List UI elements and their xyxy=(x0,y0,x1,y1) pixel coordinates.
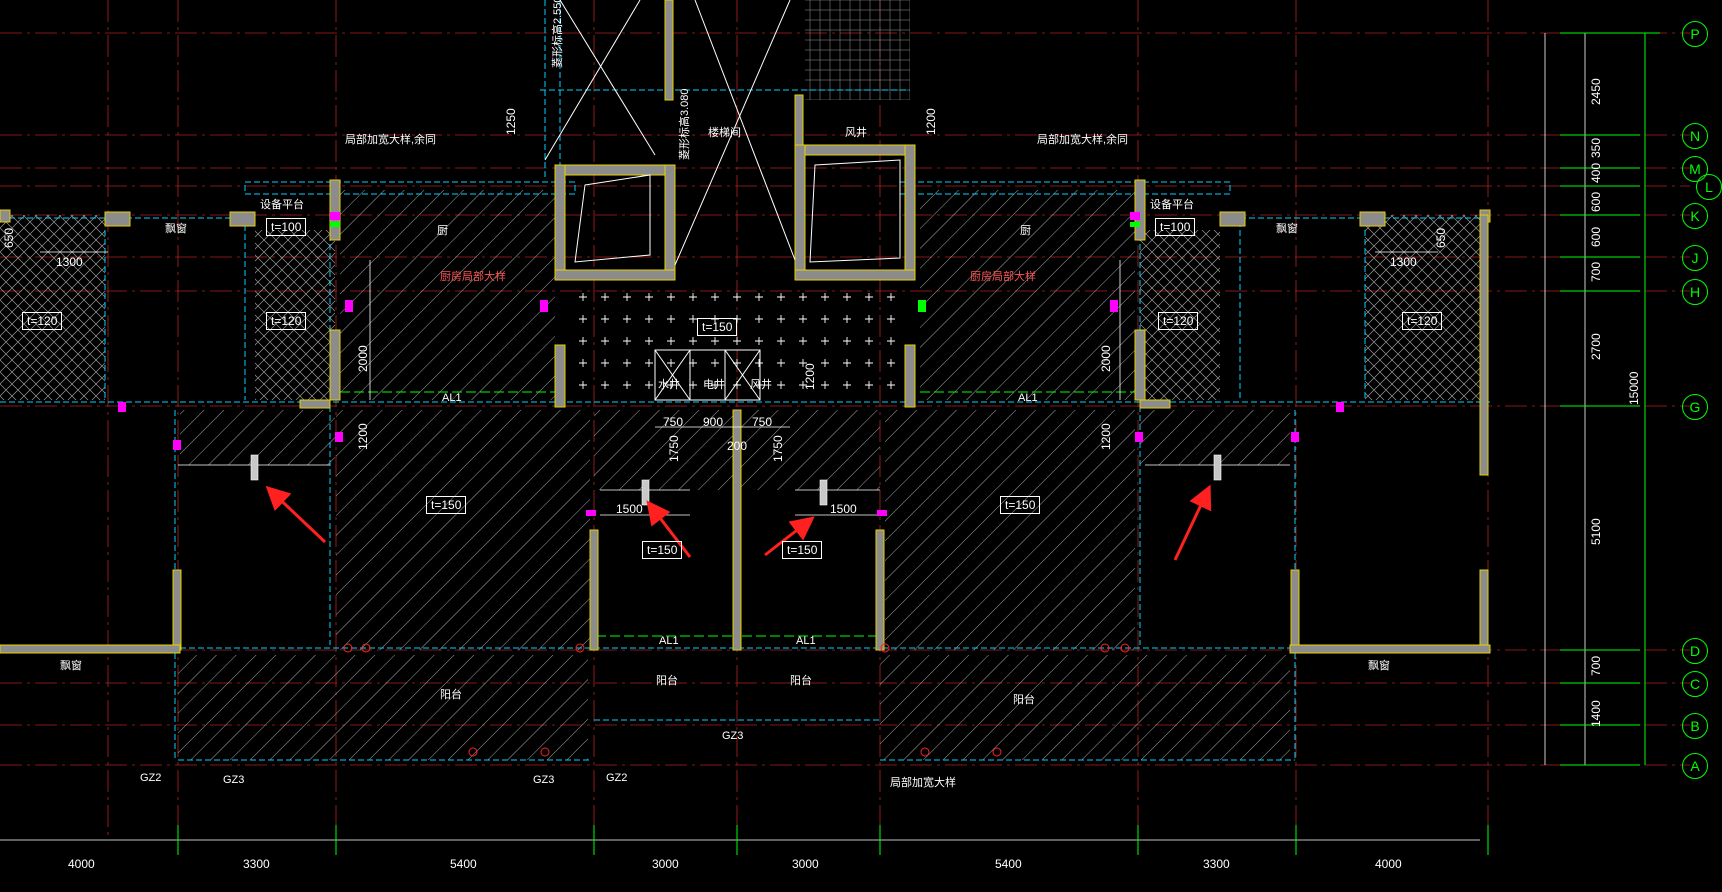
axis-bubble-L[interactable]: L xyxy=(1696,174,1722,200)
inner-dim: 1200 xyxy=(1099,423,1113,450)
right-dim: 2450 xyxy=(1589,78,1603,105)
axis-bubble-C[interactable]: C xyxy=(1682,671,1708,697)
right-dim: 1400 xyxy=(1589,700,1603,727)
slab-thickness-label[interactable]: t=120 xyxy=(22,312,63,330)
room-label: 阳台 xyxy=(440,689,462,701)
column-label: GZ2 xyxy=(606,772,628,784)
room-label: 飘窗 xyxy=(165,223,187,235)
room-label: 飘窗 xyxy=(1276,223,1298,235)
inner-dim: 2000 xyxy=(356,345,370,372)
note-label: 厨房局部大样 xyxy=(970,271,1036,283)
axis-bubble-D[interactable]: D xyxy=(1682,638,1708,664)
right-dim: 400 xyxy=(1589,162,1603,183)
room-label: 设备平台 xyxy=(1150,199,1194,211)
slab-thickness-label[interactable]: t=100 xyxy=(1155,218,1196,236)
slab-thickness-label[interactable]: t=120 xyxy=(1158,312,1199,330)
inner-dim: 750 xyxy=(752,415,773,429)
bottom-dim: 5400 xyxy=(450,857,477,871)
inner-dim: 1300 xyxy=(1390,255,1417,269)
slab-thickness-label[interactable]: t=120 xyxy=(266,312,307,330)
bottom-dim: 5400 xyxy=(995,857,1022,871)
inner-dim: 1200 xyxy=(356,423,370,450)
room-label: 飘窗 xyxy=(60,660,82,672)
room-label: 厨 xyxy=(437,225,448,237)
room-label: 风井 xyxy=(845,127,867,139)
room-label: 阳台 xyxy=(1013,694,1035,706)
axis-bubble-P[interactable]: P xyxy=(1682,21,1708,47)
column-label: GZ3 xyxy=(722,730,744,742)
inner-dim: 1750 xyxy=(667,435,681,462)
right-dim: 700 xyxy=(1589,655,1603,676)
slab-thickness-label[interactable]: t=150 xyxy=(697,318,738,336)
inner-dim: 1750 xyxy=(771,435,785,462)
inner-dim: 900 xyxy=(703,415,724,429)
inner-dim: 200 xyxy=(727,439,748,453)
inner-dim: 1500 xyxy=(830,502,857,516)
slab-thickness-label[interactable]: t=150 xyxy=(642,541,683,559)
room-label: 楼梯间 xyxy=(708,127,741,139)
beam-label: AL1 xyxy=(659,635,679,647)
red-arrow xyxy=(265,485,327,544)
bottom-dim: 3300 xyxy=(1203,857,1230,871)
red-arrow xyxy=(1173,484,1212,561)
slab-thickness-label[interactable]: t=150 xyxy=(426,496,467,514)
bottom-dim: 3000 xyxy=(652,857,679,871)
axis-bubble-N[interactable]: N xyxy=(1682,123,1708,149)
axis-bubble-G[interactable]: G xyxy=(1682,394,1708,420)
beam-label: AL1 xyxy=(1018,392,1038,404)
right-dim: 600 xyxy=(1589,226,1603,247)
room-label: 电井 xyxy=(703,379,725,391)
note-label: 局部加宽大样 xyxy=(890,777,956,789)
inner-dim: 2000 xyxy=(1099,345,1113,372)
room-label: 飘窗 xyxy=(1368,660,1390,672)
room-label: 厨 xyxy=(1020,225,1031,237)
room-label: 风井 xyxy=(750,379,772,391)
right-dim: 350 xyxy=(1589,137,1603,158)
bottom-dim: 4000 xyxy=(68,857,95,871)
right-dim-total: 15000 xyxy=(1627,371,1641,405)
room-label: 水井 xyxy=(658,379,680,391)
inner-dim: 750 xyxy=(663,415,684,429)
inner-dim: 1200 xyxy=(924,108,938,135)
column-label: GZ3 xyxy=(533,774,555,786)
inner-dim: 1300 xyxy=(56,255,83,269)
note-label: 局部加宽大样,余同 xyxy=(345,134,437,146)
note-label: 局部加宽大样,余同 xyxy=(1037,134,1129,146)
right-dim: 700 xyxy=(1589,261,1603,282)
inner-dim: 650 xyxy=(1434,227,1448,248)
axis-bubble-H[interactable]: H xyxy=(1682,279,1708,305)
bottom-dim: 3000 xyxy=(792,857,819,871)
inner-dim: 1200 xyxy=(803,363,817,390)
inner-dim: 1250 xyxy=(504,108,518,135)
slab-thickness-label[interactable]: t=120 xyxy=(1402,312,1443,330)
room-label: 设备平台 xyxy=(260,199,304,211)
room-label: 阳台 xyxy=(790,675,812,687)
bottom-dim: 4000 xyxy=(1375,857,1402,871)
beam-label: AL1 xyxy=(442,392,462,404)
right-dim: 600 xyxy=(1589,191,1603,212)
note-label: 菱形标高3.080 xyxy=(679,88,691,160)
column-label: GZ3 xyxy=(223,774,245,786)
note-label: 菱形标高2.550 xyxy=(552,0,564,68)
inner-dim: 1500 xyxy=(616,502,643,516)
right-dim: 2700 xyxy=(1589,333,1603,360)
inner-dim: 650 xyxy=(2,227,16,248)
column-label: GZ2 xyxy=(140,772,162,784)
axis-bubble-K[interactable]: K xyxy=(1682,203,1708,229)
slab-thickness-label[interactable]: t=150 xyxy=(782,541,823,559)
right-dim: 5100 xyxy=(1589,518,1603,545)
slab-thickness-label[interactable]: t=100 xyxy=(266,218,307,236)
axis-bubble-B[interactable]: B xyxy=(1682,713,1708,739)
bottom-dim: 3300 xyxy=(243,857,270,871)
beam-label: AL1 xyxy=(796,635,816,647)
hatched-slabs xyxy=(0,0,1485,760)
room-label: 阳台 xyxy=(656,675,678,687)
slab-thickness-label[interactable]: t=150 xyxy=(1000,496,1041,514)
axis-bubble-A[interactable]: A xyxy=(1682,753,1708,779)
axis-bubble-J[interactable]: J xyxy=(1682,245,1708,271)
note-label: 厨房局部大样 xyxy=(440,271,506,283)
